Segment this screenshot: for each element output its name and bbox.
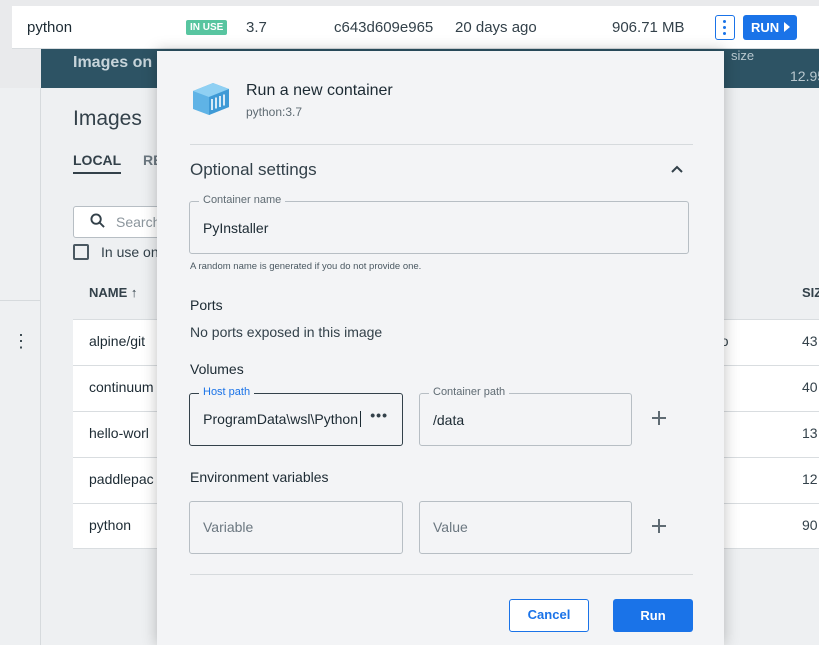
run-button[interactable]: RUN: [743, 15, 797, 40]
container-path-label: Container path: [429, 386, 510, 398]
sidebar-divider: [0, 300, 41, 301]
container-name-helper: A random name is generated if you do not…: [190, 261, 422, 272]
tab-local[interactable]: LOCAL: [73, 152, 122, 174]
divider: [190, 574, 693, 575]
run-button-label: RUN: [751, 20, 780, 35]
search-placeholder: Search: [116, 214, 161, 230]
run-container-dialog: Run a new container python:3.7 Optional …: [157, 51, 724, 645]
in-use-checkbox[interactable]: [73, 244, 89, 260]
container-name-field[interactable]: Container name PyInstaller: [189, 194, 689, 254]
play-icon: [784, 22, 790, 32]
search-icon: [90, 213, 105, 228]
dialog-title: Run a new container: [246, 82, 393, 99]
column-header-name[interactable]: NAME ↑: [89, 285, 137, 300]
row-size: 43: [802, 333, 818, 349]
image-row-python[interactable]: python IN USE 3.7 c643d609e965 20 days a…: [12, 6, 819, 49]
row-size: 90: [802, 517, 818, 533]
container-path-value: /data: [433, 412, 465, 428]
image-id: c643d609e965: [334, 19, 434, 36]
container-name-value: PyInstaller: [203, 220, 269, 236]
image-tag: 3.7: [246, 19, 267, 36]
browse-button[interactable]: •••: [370, 407, 388, 423]
ports-text: No ports exposed in this image: [190, 324, 383, 340]
banner-size-label: size: [731, 48, 755, 63]
row-name: hello-worl: [89, 425, 149, 441]
image-created: 20 days ago: [455, 19, 537, 36]
search-input[interactable]: Search: [73, 206, 163, 238]
host-path-label: Host path: [199, 386, 255, 398]
column-header-size[interactable]: SIZ: [802, 285, 819, 300]
banner-number: 12.95: [790, 68, 819, 84]
left-sidebar: ⋮: [0, 88, 41, 645]
page-title: Images: [73, 107, 142, 130]
banner-title: Images on: [73, 54, 153, 71]
in-use-label: In use on: [101, 244, 159, 260]
cancel-button[interactable]: Cancel: [509, 599, 589, 632]
chevron-up-icon[interactable]: [669, 163, 685, 175]
add-volume-icon[interactable]: [652, 411, 666, 425]
volumes-heading: Volumes: [190, 361, 244, 377]
run-container-button[interactable]: Run: [613, 599, 693, 632]
row-name: paddlepac: [89, 471, 154, 487]
more-options-button[interactable]: [715, 15, 735, 40]
divider: [190, 144, 693, 145]
env-value-field[interactable]: Value: [419, 501, 632, 554]
host-path-field[interactable]: Host path C:\ProgramData\wsl\Python •••: [189, 386, 403, 446]
row-size: 40: [802, 379, 818, 395]
row-name: continuum: [89, 379, 154, 395]
status-badge: IN USE: [186, 20, 228, 35]
add-env-icon[interactable]: [652, 519, 666, 533]
image-size: 906.71 MB: [612, 19, 685, 36]
row-size: 12: [802, 471, 818, 487]
row-name: python: [89, 517, 132, 533]
env-heading: Environment variables: [190, 469, 329, 485]
container-icon: [193, 83, 229, 115]
container-name-label: Container name: [199, 194, 286, 206]
more-options-icon[interactable]: ⋮: [12, 332, 30, 350]
env-variable-placeholder: Variable: [203, 519, 254, 535]
row-name: alpine/git: [89, 333, 146, 349]
image-name: python: [27, 19, 73, 36]
ports-heading: Ports: [190, 297, 223, 313]
env-variable-field[interactable]: Variable: [189, 501, 403, 554]
row-size: 13: [802, 425, 818, 441]
env-value-placeholder: Value: [433, 519, 468, 535]
host-path-value: C:\ProgramData\wsl\Python: [203, 411, 361, 427]
container-path-field[interactable]: Container path /data: [419, 386, 632, 446]
dialog-subtitle: python:3.7: [246, 105, 303, 119]
optional-settings-header[interactable]: Optional settings: [190, 160, 317, 180]
